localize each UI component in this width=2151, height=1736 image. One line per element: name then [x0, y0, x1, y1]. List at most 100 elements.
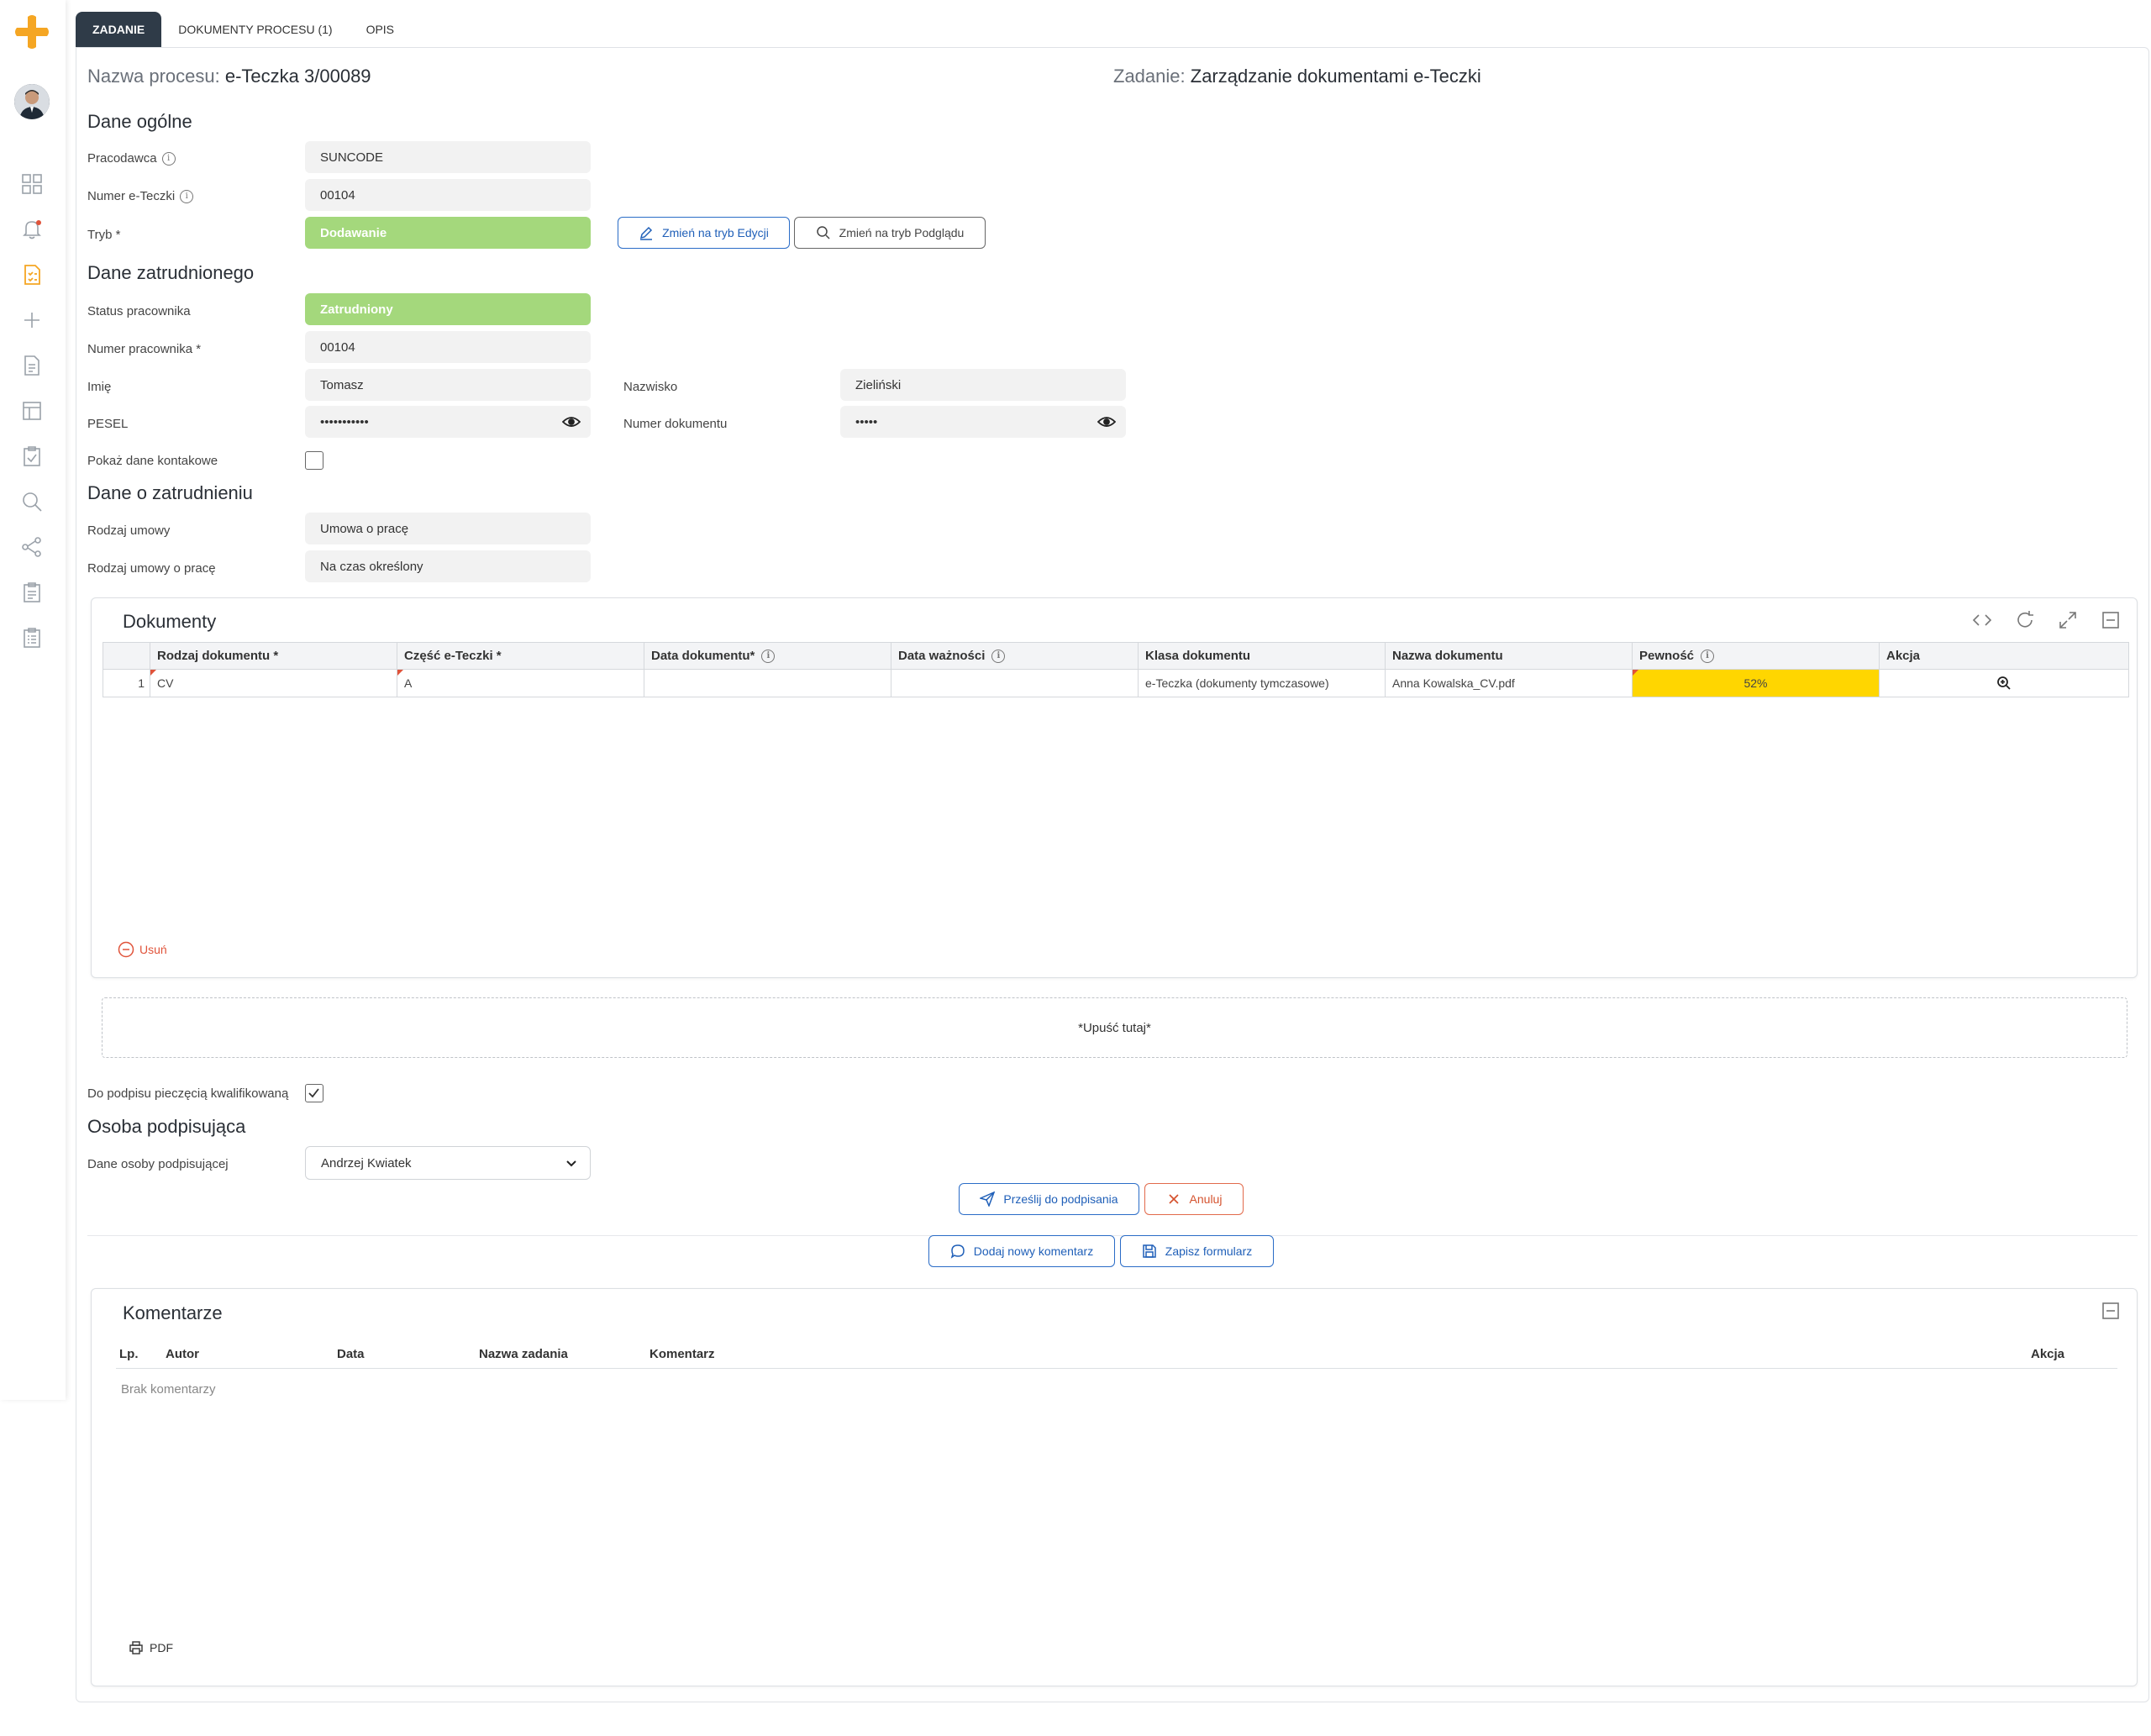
- avatar[interactable]: [14, 84, 50, 119]
- preview-mode-label: Zmień na tryb Podglądu: [839, 226, 965, 239]
- signer-selected-value: Andrzej Kwiatek: [321, 1155, 412, 1170]
- tab-bar: ZADANIE DOKUMENTY PROCESU (1) OPIS: [76, 12, 411, 47]
- expand-icon[interactable]: [2058, 610, 2078, 630]
- zoom-in-icon[interactable]: [1996, 676, 2012, 691]
- send-icon: [980, 1192, 996, 1207]
- comments-col-task[interactable]: Nazwa zadania: [479, 1347, 568, 1361]
- contract-type-field[interactable]: Umowa o pracę: [305, 513, 591, 544]
- chevron-down-icon: [566, 1160, 576, 1167]
- send-to-sign-label: Prześlij do podpisania: [1003, 1192, 1118, 1206]
- bell-icon[interactable]: [20, 218, 44, 241]
- save-form-button[interactable]: Zapisz formularz: [1120, 1235, 1274, 1267]
- cancel-button[interactable]: Anuluj: [1144, 1183, 1244, 1215]
- eye-icon[interactable]: [562, 413, 581, 430]
- info-icon[interactable]: i: [180, 189, 194, 203]
- document-class-cell[interactable]: e-Teczka (dokumenty tymczasowe): [1139, 670, 1386, 697]
- mode-field[interactable]: Dodawanie: [305, 217, 591, 249]
- section-employee-title: Dane zatrudnionego: [87, 262, 255, 283]
- grid-header-cell[interactable]: Akcja: [1880, 643, 2128, 669]
- comments-col-author[interactable]: Autor: [166, 1347, 199, 1361]
- preview-mode-button[interactable]: Zmień na tryb Podglądu: [794, 217, 986, 249]
- employer-field[interactable]: SUNCODE: [305, 141, 591, 173]
- info-icon[interactable]: i: [161, 151, 176, 166]
- file-dropzone[interactable]: *Upuść tutaj*: [102, 997, 2127, 1058]
- grid-header-cell[interactable]: Pewność i: [1633, 643, 1880, 669]
- employee-number-field[interactable]: 00104: [305, 331, 591, 363]
- code-icon[interactable]: [1972, 610, 1992, 630]
- clipboard-icon[interactable]: [20, 581, 44, 604]
- folder-part-cell[interactable]: A: [397, 670, 644, 697]
- checklist-icon[interactable]: [20, 445, 44, 468]
- section-general-title: Dane ogólne: [87, 111, 192, 132]
- info-icon[interactable]: i: [991, 649, 1006, 663]
- send-to-sign-button[interactable]: Prześlij do podpisania: [959, 1183, 1139, 1215]
- task-name: Zadanie: Zarządzanie dokumentami e-Teczk…: [1113, 66, 1481, 87]
- plus-icon[interactable]: [20, 308, 44, 332]
- refresh-icon[interactable]: [2015, 610, 2035, 630]
- grid-header-cell[interactable]: Rodzaj dokumentu *: [150, 643, 397, 669]
- comments-col-comment[interactable]: Komentarz: [650, 1347, 715, 1361]
- first-name-field[interactable]: Tomasz: [305, 369, 591, 401]
- folder-number-field[interactable]: 00104: [305, 179, 591, 211]
- info-icon[interactable]: i: [1701, 649, 1715, 663]
- save-form-label: Zapisz formularz: [1165, 1244, 1253, 1258]
- mode-label: Tryb *: [87, 228, 121, 242]
- tab-task[interactable]: ZADANIE: [76, 12, 162, 47]
- collapse-icon[interactable]: [2101, 610, 2121, 630]
- edit-mode-button[interactable]: Zmień na tryb Edycji: [618, 217, 790, 249]
- grid-header-rownum: [103, 643, 150, 669]
- pdf-export-button[interactable]: PDF: [129, 1641, 173, 1654]
- grid-header-cell[interactable]: Część e-Teczki *: [397, 643, 644, 669]
- work-contract-label: Rodzaj umowy o pracę: [87, 561, 216, 576]
- documents-grid: Rodzaj dokumentu * Część e-Teczki * Data…: [103, 642, 2129, 697]
- qualified-seal-checkbox[interactable]: [305, 1084, 323, 1102]
- comments-col-lp[interactable]: Lp.: [119, 1347, 139, 1361]
- documents-panel-title: Dokumenty: [123, 611, 217, 632]
- cancel-label: Anuluj: [1189, 1192, 1223, 1206]
- minus-circle-icon: [118, 941, 134, 958]
- document-icon[interactable]: [20, 354, 44, 377]
- pesel-field[interactable]: •••••••••••: [305, 406, 591, 438]
- table-row[interactable]: 1 CV A e-Teczka (dokumenty tymczasowe) A…: [103, 670, 2128, 697]
- row-number: 1: [103, 670, 150, 697]
- show-contact-checkbox[interactable]: [305, 451, 323, 470]
- document-date-cell[interactable]: [644, 670, 891, 697]
- check-icon: [308, 1088, 319, 1098]
- document-number-field[interactable]: •••••: [840, 406, 1126, 438]
- grid-header-cell[interactable]: Data ważności i: [891, 643, 1139, 669]
- search-icon[interactable]: [20, 490, 44, 513]
- work-contract-field[interactable]: Na czas określony: [305, 550, 591, 582]
- app-logo-icon[interactable]: [13, 13, 50, 50]
- comments-empty-text: Brak komentarzy: [121, 1382, 216, 1397]
- add-comment-button[interactable]: Dodaj nowy komentarz: [928, 1235, 1115, 1267]
- table-icon[interactable]: [20, 399, 44, 423]
- share-icon[interactable]: [20, 535, 44, 559]
- edit-mode-label: Zmień na tryb Edycji: [662, 226, 769, 239]
- grid-header-cell[interactable]: Nazwa dokumentu: [1386, 643, 1633, 669]
- task-list-icon[interactable]: [20, 263, 44, 287]
- grid-header-cell[interactable]: Klasa dokumentu: [1139, 643, 1386, 669]
- tab-description[interactable]: OPIS: [350, 12, 411, 47]
- eye-icon[interactable]: [1097, 413, 1116, 430]
- employee-status-label: Status pracownika: [87, 304, 191, 318]
- comments-col-date[interactable]: Data: [337, 1347, 365, 1361]
- document-number-label: Numer dokumentu: [623, 417, 728, 431]
- grid-header-cell[interactable]: Data dokumentu* i: [644, 643, 891, 669]
- last-name-label: Nazwisko: [623, 380, 678, 394]
- collapse-icon[interactable]: [2101, 1301, 2121, 1321]
- comments-panel-title: Komentarze: [123, 1302, 223, 1323]
- tab-process-documents[interactable]: DOKUMENTY PROCESU (1): [161, 12, 349, 47]
- document-type-cell[interactable]: CV: [150, 670, 397, 697]
- signer-select[interactable]: Andrzej Kwiatek: [305, 1146, 591, 1180]
- info-icon[interactable]: i: [761, 649, 776, 663]
- clipboard-list-icon[interactable]: [20, 626, 44, 650]
- dashboard-icon[interactable]: [20, 172, 44, 196]
- document-name-cell[interactable]: Anna Kowalska_CV.pdf: [1386, 670, 1633, 697]
- last-name-field[interactable]: Zieliński: [840, 369, 1126, 401]
- section-signer-title: Osoba podpisująca: [87, 1116, 246, 1137]
- employee-status-field[interactable]: Zatrudniony: [305, 293, 591, 325]
- expiry-date-cell[interactable]: [891, 670, 1139, 697]
- comments-col-action[interactable]: Akcja: [2031, 1347, 2064, 1361]
- remove-row-button[interactable]: Usuń: [118, 941, 167, 958]
- grid-header-row: Rodzaj dokumentu * Część e-Teczki * Data…: [103, 643, 2128, 670]
